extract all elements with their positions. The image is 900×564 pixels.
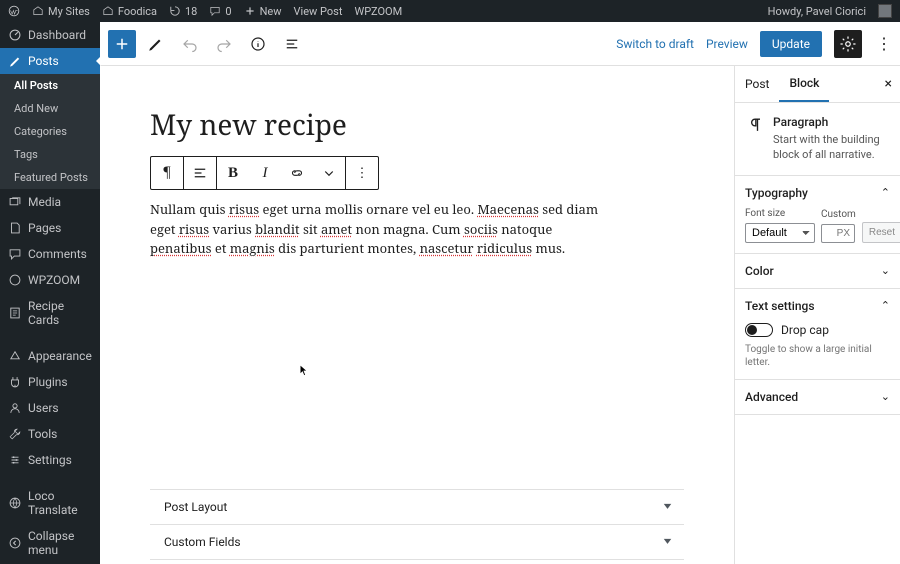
settings-button[interactable] <box>834 30 862 58</box>
add-block-button[interactable] <box>108 30 136 58</box>
post-title[interactable]: My new recipe <box>150 106 684 144</box>
custom-fields-panel[interactable]: Custom Fields ▾ <box>150 525 684 560</box>
chevron-down-icon: ▾ <box>664 501 672 512</box>
panel-title: Custom Fields <box>164 535 241 549</box>
menu-recipe-cards[interactable]: Recipe Cards <box>0 293 100 333</box>
align-button[interactable] <box>184 157 216 189</box>
edit-mode-button[interactable] <box>142 30 170 58</box>
menu-settings[interactable]: Settings <box>0 447 100 473</box>
spellcheck-word: risus <box>229 200 259 218</box>
menu-media[interactable]: Media <box>0 189 100 215</box>
submenu-categories[interactable]: Categories <box>0 120 100 143</box>
switch-to-draft-button[interactable]: Switch to draft <box>616 37 694 51</box>
options-menu[interactable]: ⋮ <box>874 34 894 53</box>
block-description: Start with the building block of all nar… <box>773 133 890 163</box>
font-size-label: Font size <box>745 208 815 219</box>
redo-button[interactable] <box>210 30 238 58</box>
advanced-header[interactable]: Advanced⌄ <box>745 390 890 404</box>
menu-appearance[interactable]: Appearance <box>0 343 100 369</box>
paragraph-icon <box>745 115 765 135</box>
drop-cap-label: Drop cap <box>781 323 829 337</box>
submenu-all-posts[interactable]: All Posts <box>0 74 100 97</box>
advanced-panel: Advanced⌄ <box>735 380 900 415</box>
menu-loco[interactable]: Loco Translate <box>0 483 100 523</box>
info-button[interactable] <box>244 30 272 58</box>
chevron-down-icon: ⌄ <box>881 390 890 403</box>
wp-logo[interactable] <box>8 5 20 17</box>
text-settings-header[interactable]: Text settings⌃ <box>745 299 890 313</box>
wpzoom-link[interactable]: WPZOOM <box>354 5 402 18</box>
chevron-up-icon: ⌃ <box>881 186 890 199</box>
inspector-tabs: Post Block × <box>735 66 900 103</box>
tab-block[interactable]: Block <box>779 66 829 102</box>
undo-button[interactable] <box>176 30 204 58</box>
menu-tools[interactable]: Tools <box>0 421 100 447</box>
submenu-add-new[interactable]: Add New <box>0 97 100 120</box>
site-name-link[interactable]: Foodica <box>102 5 157 18</box>
block-options-button[interactable]: ⋮ <box>346 157 378 189</box>
italic-button[interactable]: I <box>249 157 281 189</box>
outline-button[interactable] <box>278 30 306 58</box>
block-type-button[interactable]: ¶ <box>151 157 183 189</box>
para-text: Nullam quis <box>150 200 229 218</box>
view-post-link[interactable]: View Post <box>294 5 343 18</box>
submenu-featured-posts[interactable]: Featured Posts <box>0 166 100 189</box>
chevron-down-icon: ⌄ <box>881 264 890 277</box>
typography-header[interactable]: Typography⌃ <box>745 186 890 200</box>
block-name: Paragraph <box>773 115 890 129</box>
color-header[interactable]: Color⌄ <box>745 264 890 278</box>
text-settings-panel: Text settings⌃ Drop cap Toggle to show a… <box>735 289 900 380</box>
comments-link[interactable]: 0 <box>209 5 231 18</box>
panel-title: Post Layout <box>164 500 227 514</box>
avatar[interactable] <box>878 4 892 18</box>
editor-canvas[interactable]: My new recipe ¶ B I ⋮ <box>100 66 734 564</box>
more-rich-button[interactable] <box>313 157 345 189</box>
menu-posts[interactable]: Posts <box>0 48 100 74</box>
editor: Switch to draft Preview Update ⋮ My new … <box>100 22 900 564</box>
update-button[interactable]: Update <box>760 31 822 57</box>
howdy-text[interactable]: Howdy, Pavel Ciorici <box>768 5 866 18</box>
settings-sidebar: Post Block × Paragraph Start with the bu… <box>734 66 900 564</box>
block-card: Paragraph Start with the building block … <box>735 103 900 176</box>
post-layout-panel[interactable]: Post Layout ▾ <box>150 490 684 525</box>
menu-comments[interactable]: Comments <box>0 241 100 267</box>
close-inspector-button[interactable]: × <box>877 76 900 92</box>
preview-button[interactable]: Preview <box>706 37 748 51</box>
menu-collapse[interactable]: Collapse menu <box>0 523 100 563</box>
reset-button[interactable]: Reset <box>862 222 900 243</box>
my-sites-link[interactable]: My Sites <box>32 5 90 18</box>
admin-bar: My Sites Foodica 18 0 New View Post WPZO… <box>0 0 900 22</box>
typography-panel: Typography⌃ Font size Default Custom <box>735 176 900 254</box>
chevron-up-icon: ⌃ <box>881 299 890 312</box>
font-size-select[interactable]: Default <box>745 223 815 243</box>
tab-post[interactable]: Post <box>735 67 779 101</box>
admin-sidebar: Dashboard Posts All Posts Add New Catego… <box>0 22 100 564</box>
new-link[interactable]: New <box>244 5 282 18</box>
link-button[interactable] <box>281 157 313 189</box>
menu-pages[interactable]: Pages <box>0 215 100 241</box>
submenu-tags[interactable]: Tags <box>0 143 100 166</box>
block-toolbar: ¶ B I ⋮ <box>150 156 379 190</box>
chevron-down-icon: ▾ <box>664 536 672 547</box>
drop-cap-help: Toggle to show a large initial letter. <box>745 343 890 369</box>
color-panel: Color⌄ <box>735 254 900 289</box>
custom-label: Custom <box>821 209 856 220</box>
drop-cap-toggle[interactable] <box>745 323 773 337</box>
menu-wpzoom[interactable]: WPZOOM <box>0 267 100 293</box>
paragraph-block[interactable]: Nullam quis risus eget urna mollis ornar… <box>150 200 610 259</box>
menu-plugins[interactable]: Plugins <box>0 369 100 395</box>
menu-dashboard[interactable]: Dashboard <box>0 22 100 48</box>
posts-submenu: All Posts Add New Categories Tags Featur… <box>0 74 100 189</box>
updates-link[interactable]: 18 <box>169 5 197 18</box>
editor-topbar: Switch to draft Preview Update ⋮ <box>100 22 900 66</box>
bold-button[interactable]: B <box>217 157 249 189</box>
custom-size-input[interactable] <box>821 224 855 243</box>
menu-users[interactable]: Users <box>0 395 100 421</box>
